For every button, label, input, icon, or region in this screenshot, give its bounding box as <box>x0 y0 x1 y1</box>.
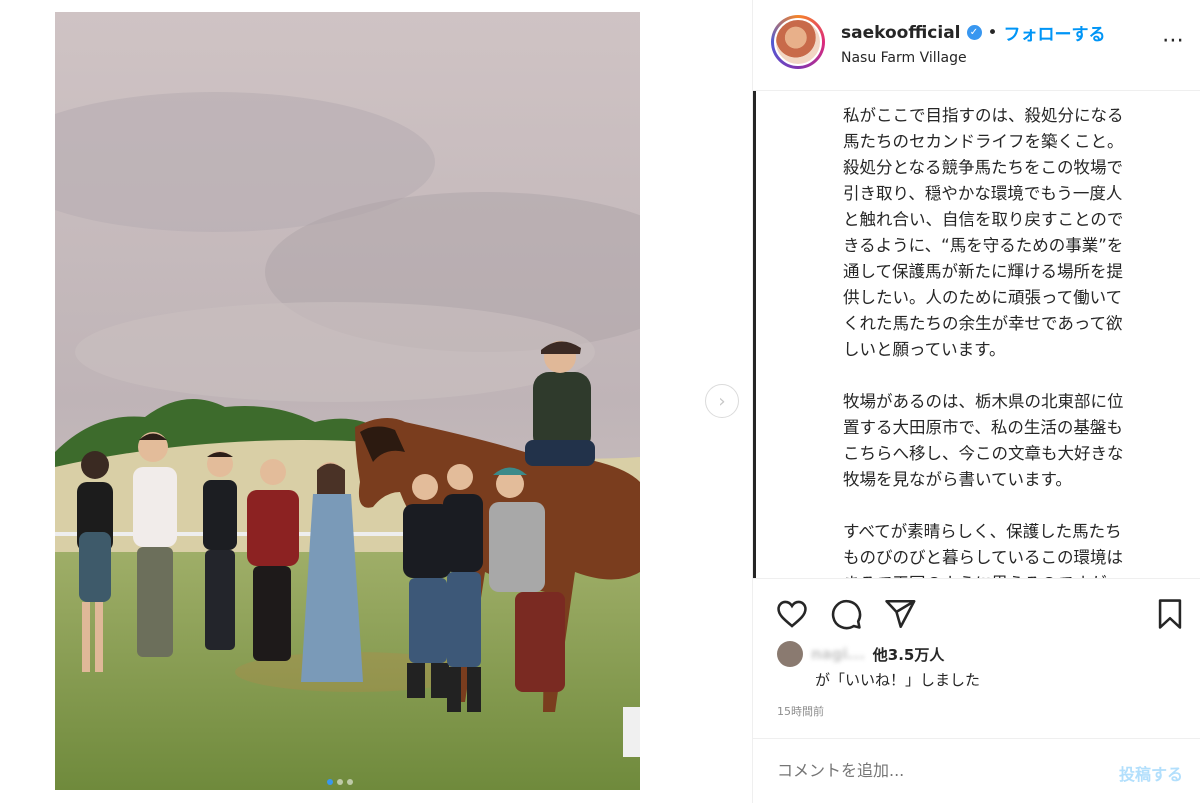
comment-icon[interactable] <box>829 597 863 631</box>
more-options-icon[interactable]: ⋯ <box>1162 28 1185 53</box>
likes-count[interactable]: 他3.5万人 <box>873 644 945 665</box>
comment-bar: 投稿する <box>753 738 1200 803</box>
carousel-dots <box>327 779 353 785</box>
chevron-right-icon: › <box>718 390 726 412</box>
post-timestamp[interactable]: 15時間前 <box>777 703 824 719</box>
heart-icon[interactable] <box>775 597 809 631</box>
post-comment-button[interactable]: 投稿する <box>1119 761 1183 785</box>
bookmark-icon[interactable] <box>1153 597 1187 631</box>
location-link[interactable]: Nasu Farm Village <box>841 50 967 66</box>
post-media: › <box>0 0 752 803</box>
photo-illustration <box>55 12 640 790</box>
verified-badge-icon: ✓ <box>966 25 982 40</box>
likes-summary: nagi... 他3.5万人 <box>777 641 944 667</box>
separator-dot: • <box>987 22 998 43</box>
follow-button[interactable]: フォローする <box>1004 20 1106 45</box>
caption-text: 私がここで目指すのは、殺処分になる 馬たちのセカンドライフを築くこと。 殺処分と… <box>843 106 1124 578</box>
likes-tail-text: が「いいね！」しました <box>815 671 981 689</box>
post-photo[interactable] <box>55 12 640 790</box>
comment-input[interactable] <box>777 761 1077 780</box>
scrollbar[interactable] <box>753 91 756 578</box>
avatar-image <box>774 18 822 66</box>
username-row: saekoofficial ✓ • フォローする <box>841 20 1106 46</box>
share-icon[interactable] <box>883 597 917 631</box>
carousel-dot <box>327 779 333 785</box>
liker-avatar[interactable] <box>777 641 803 667</box>
liker-name[interactable]: nagi... <box>811 645 865 663</box>
carousel-dot <box>347 779 353 785</box>
profile-avatar[interactable] <box>771 15 825 69</box>
caption-area[interactable]: 私がここで目指すのは、殺処分になる 馬たちのセカンドライフを築くこと。 殺処分と… <box>753 90 1200 578</box>
carousel-next-button[interactable]: › <box>705 384 739 418</box>
carousel-dot <box>337 779 343 785</box>
username-link[interactable]: saekoofficial <box>841 23 961 43</box>
post-panel: saekoofficial ✓ • フォローする Nasu Farm Villa… <box>752 0 1200 803</box>
post-header: saekoofficial ✓ • フォローする Nasu Farm Villa… <box>753 0 1200 90</box>
post-actions: nagi... 他3.5万人 が「いいね！」しました 15時間前 <box>753 578 1200 738</box>
